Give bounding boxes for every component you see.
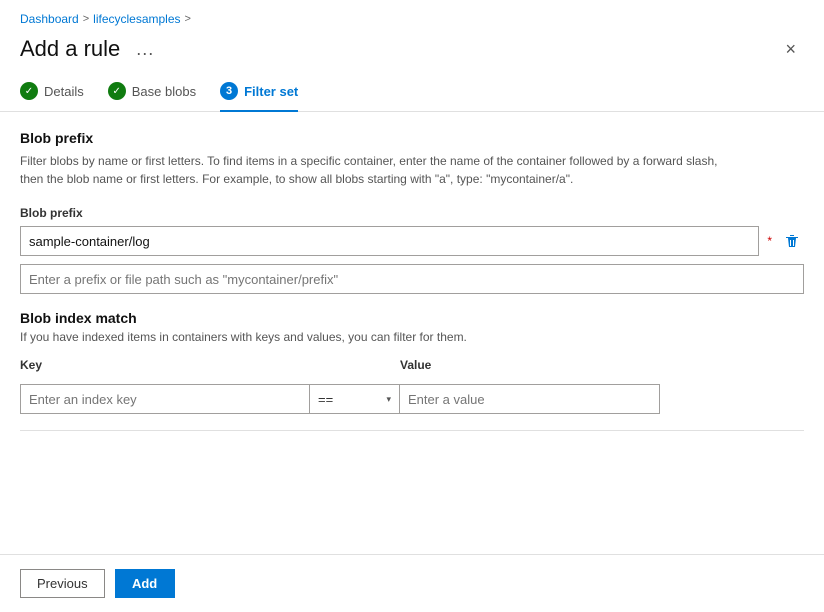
breadcrumb-dashboard[interactable]: Dashboard [20, 12, 79, 26]
previous-button[interactable]: Previous [20, 569, 105, 598]
required-star: * [767, 234, 772, 248]
blob-prefix-desc: Filter blobs by name or first letters. T… [20, 152, 740, 188]
prefix-row-2 [20, 264, 804, 310]
tab-details[interactable]: ✓ Details [20, 74, 84, 112]
index-row-header: Key Value [20, 358, 804, 378]
op-select-wrapper[interactable]: == ▾ [310, 384, 400, 414]
tab-base-blobs-check: ✓ [108, 82, 126, 100]
op-value: == [318, 392, 333, 407]
tab-filter-set-label: Filter set [244, 84, 298, 99]
blob-index-desc: If you have indexed items in containers … [20, 330, 804, 344]
tab-details-label: Details [44, 84, 84, 99]
index-input-row: == ▾ [20, 384, 804, 414]
blob-index-title: Blob index match [20, 310, 804, 326]
dialog-title: Add a rule [20, 36, 120, 62]
key-col-header: Key [20, 358, 310, 372]
blob-prefix-section: Blob prefix Filter blobs by name or firs… [20, 130, 804, 310]
content-area: Blob prefix Filter blobs by name or firs… [0, 112, 824, 564]
prefix-input-1[interactable] [20, 226, 759, 256]
dialog-header: Add a rule ... × [0, 32, 824, 74]
bottom-divider [20, 430, 804, 431]
tabs-bar: ✓ Details ✓ Base blobs 3 Filter set [0, 74, 824, 112]
chevron-down-icon: ▾ [386, 394, 391, 405]
value-col-header: Value [400, 358, 660, 372]
close-button[interactable]: × [777, 38, 804, 60]
breadcrumb-sep-2: > [185, 13, 191, 25]
breadcrumb-sep-1: > [83, 13, 89, 25]
prefix-input-2[interactable] [20, 264, 804, 294]
prefix-row-1: * [20, 226, 804, 256]
tab-base-blobs-label: Base blobs [132, 84, 196, 99]
index-value-input[interactable] [400, 384, 660, 414]
tab-details-check: ✓ [20, 82, 38, 100]
tab-base-blobs[interactable]: ✓ Base blobs [108, 74, 196, 112]
breadcrumb-lifecyclesamples[interactable]: lifecyclesamples [93, 12, 180, 26]
breadcrumb: Dashboard > lifecyclesamples > [0, 0, 824, 32]
delete-prefix-button[interactable] [780, 229, 804, 253]
index-key-input[interactable] [20, 384, 310, 414]
blob-prefix-field-label: Blob prefix [20, 206, 804, 220]
footer: Previous Add [0, 554, 824, 612]
tab-filter-set[interactable]: 3 Filter set [220, 74, 298, 112]
tab-filter-set-number: 3 [220, 82, 238, 100]
add-button[interactable]: Add [115, 569, 175, 598]
blob-prefix-title: Blob prefix [20, 130, 804, 146]
blob-index-section: Blob index match If you have indexed ite… [20, 310, 804, 431]
ellipsis-button[interactable]: ... [130, 38, 160, 60]
